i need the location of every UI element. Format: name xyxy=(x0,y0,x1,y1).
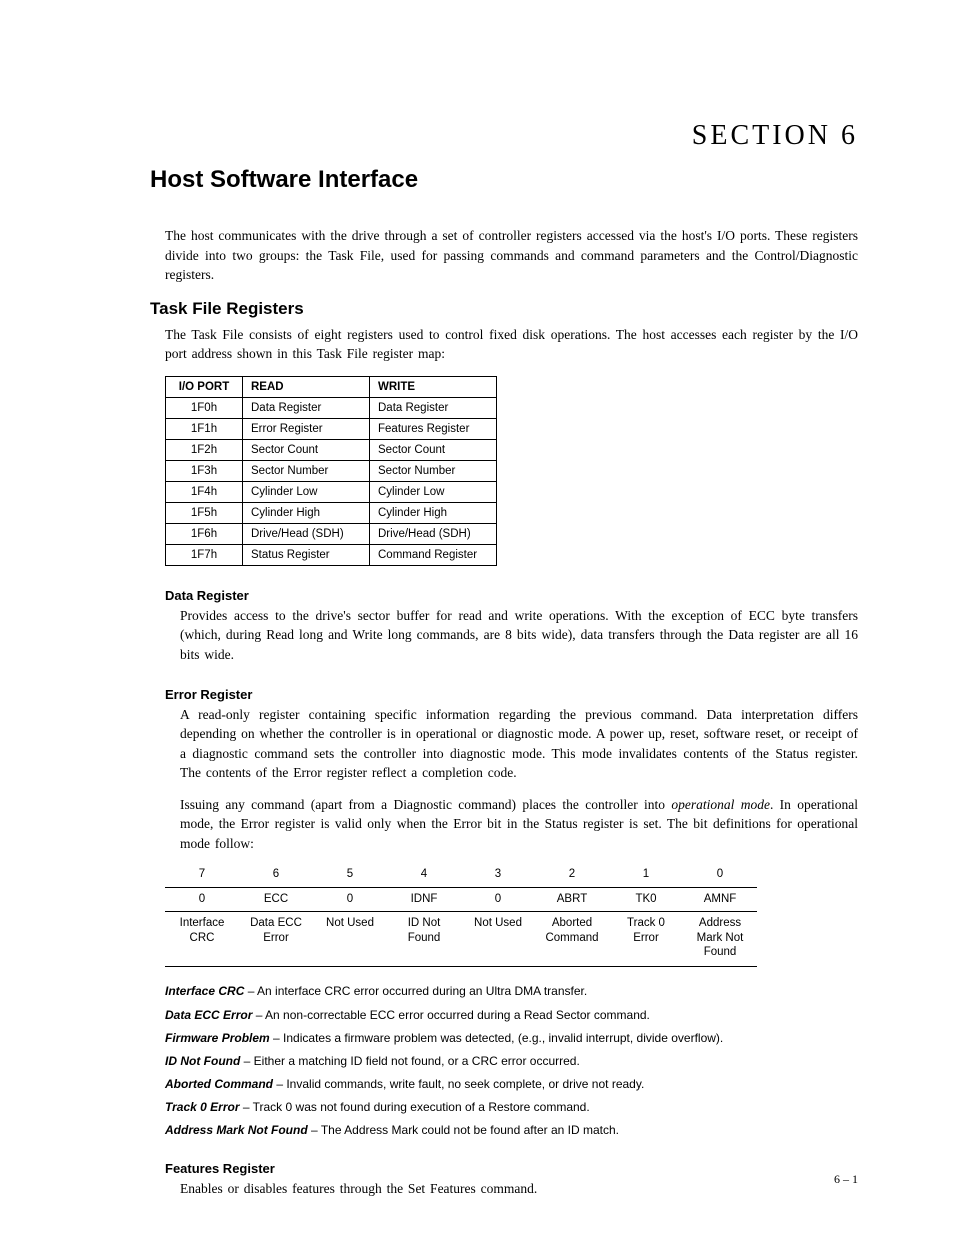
table-row: 1F0hData RegisterData Register xyxy=(166,397,497,418)
table-row: 1F4hCylinder LowCylinder Low xyxy=(166,481,497,502)
page-title: Host Software Interface xyxy=(150,166,858,194)
th-write: WRITE xyxy=(370,376,497,397)
table-row: 1F3hSector NumberSector Number xyxy=(166,460,497,481)
th-read: READ xyxy=(243,376,370,397)
task-file-intro: The Task File consists of eight register… xyxy=(165,325,858,364)
error-definitions: Interface CRC – An interface CRC error o… xyxy=(165,983,858,1138)
def-row: ID Not Found – Either a matching ID fiel… xyxy=(165,1053,858,1069)
task-file-register-table: I/O PORT READ WRITE 1F0hData RegisterDat… xyxy=(165,376,497,566)
def-row: Aborted Command – Invalid commands, writ… xyxy=(165,1076,858,1092)
th-io-port: I/O PORT xyxy=(166,376,243,397)
features-register-heading: Features Register xyxy=(165,1161,858,1176)
def-row: Track 0 Error – Track 0 was not found du… xyxy=(165,1099,858,1115)
error-register-heading: Error Register xyxy=(165,687,858,702)
page-number: 6 – 1 xyxy=(834,1172,858,1187)
error-register-p1: A read-only register containing specific… xyxy=(180,705,858,783)
data-register-heading: Data Register xyxy=(165,588,858,603)
table-row: 1F6hDrive/Head (SDH)Drive/Head (SDH) xyxy=(166,523,497,544)
table-row: 1F7hStatus RegisterCommand Register xyxy=(166,544,497,565)
features-register-text: Enables or disables features through the… xyxy=(180,1179,858,1199)
table-row: 1F5hCylinder HighCylinder High xyxy=(166,502,497,523)
def-row: Interface CRC – An interface CRC error o… xyxy=(165,983,858,999)
error-register-bit-table: 7 6 5 4 3 2 1 0 0 ECC 0 IDNF 0 ABRT TK0 … xyxy=(165,865,757,967)
intro-paragraph: The host communicates with the drive thr… xyxy=(165,226,858,285)
table-row: 1F2hSector CountSector Count xyxy=(166,439,497,460)
data-register-text: Provides access to the drive's sector bu… xyxy=(180,606,858,665)
table-row: 1F1hError RegisterFeatures Register xyxy=(166,418,497,439)
def-row: Data ECC Error – An non-correctable ECC … xyxy=(165,1007,858,1023)
def-row: Address Mark Not Found – The Address Mar… xyxy=(165,1122,858,1138)
def-row: Firmware Problem – Indicates a firmware … xyxy=(165,1030,858,1046)
error-register-p2: Issuing any command (apart from a Diagno… xyxy=(180,795,858,854)
section-label: SECTION 6 xyxy=(150,120,858,152)
task-file-heading: Task File Registers xyxy=(150,299,858,319)
